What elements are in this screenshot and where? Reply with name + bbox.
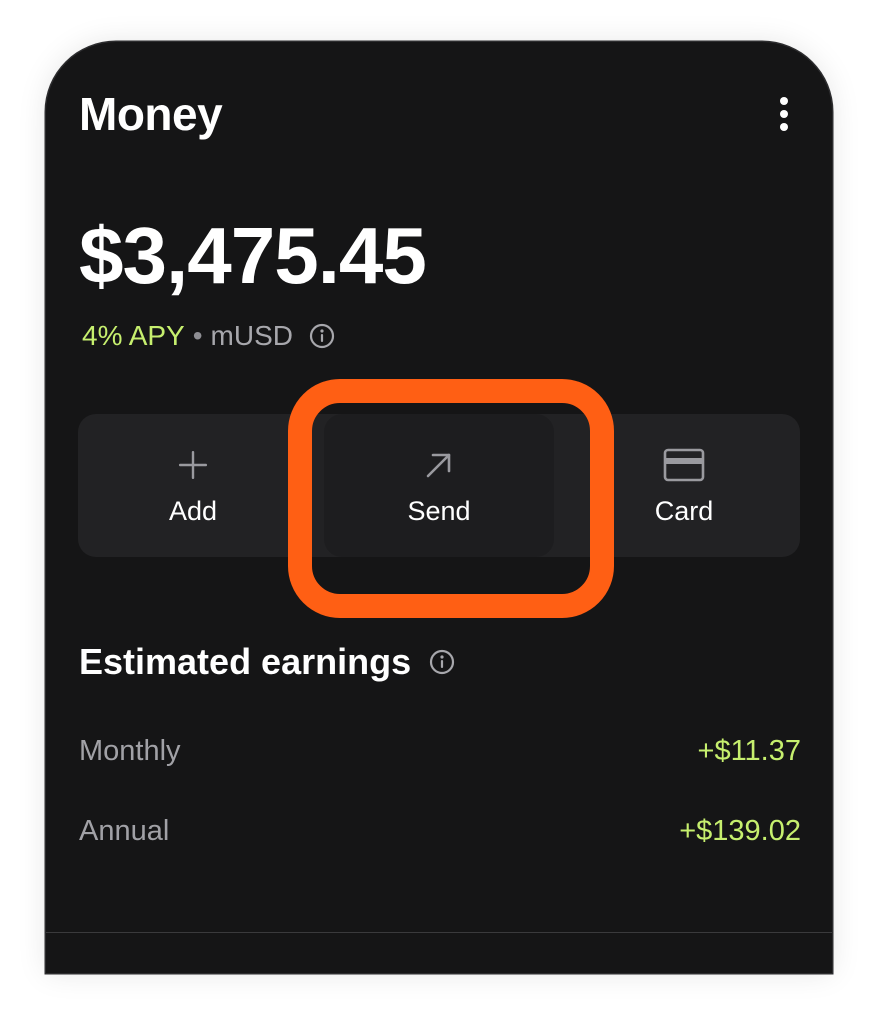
card-label: Card — [654, 495, 714, 526]
more-options-button[interactable] — [764, 94, 804, 134]
separator-dot: • — [192, 320, 203, 351]
add-button[interactable]: Add — [78, 414, 308, 557]
action-bar: Add Send Card — [78, 414, 800, 557]
earnings-title-text: Estimated earnings — [79, 641, 412, 682]
credit-card-icon — [663, 444, 705, 486]
apy-rate: 4% APY — [82, 320, 185, 351]
balance-amount: $3,475.45 — [79, 211, 427, 300]
divider — [46, 932, 832, 933]
earnings-row-monthly: Monthly +$11.37 — [79, 731, 801, 771]
earnings-label: Annual — [79, 815, 170, 847]
more-vertical-icon-dot — [780, 110, 788, 118]
token-name: mUSD — [210, 320, 293, 351]
arrow-up-right-icon — [418, 444, 460, 486]
card-button[interactable]: Card — [568, 414, 800, 557]
add-label: Add — [168, 495, 218, 526]
info-icon[interactable] — [309, 323, 335, 349]
earnings-value: +$139.02 — [679, 815, 801, 847]
plus-icon — [172, 444, 214, 486]
page-title: Money — [79, 88, 223, 140]
more-vertical-icon — [780, 97, 788, 105]
apy-row: 4% APY • mUSD — [82, 316, 335, 356]
earnings-title: Estimated earnings — [79, 638, 455, 686]
earnings-value: +$11.37 — [697, 735, 801, 767]
more-vertical-icon-dot — [780, 123, 788, 131]
send-label: Send — [407, 495, 471, 526]
earnings-label: Monthly — [79, 735, 181, 767]
money-card: Money $3,475.45 4% APY • mUSD Add Send C… — [46, 42, 832, 973]
earnings-row-annual: Annual +$139.02 — [79, 811, 801, 851]
send-button[interactable]: Send — [324, 414, 554, 557]
info-icon[interactable] — [429, 649, 455, 675]
